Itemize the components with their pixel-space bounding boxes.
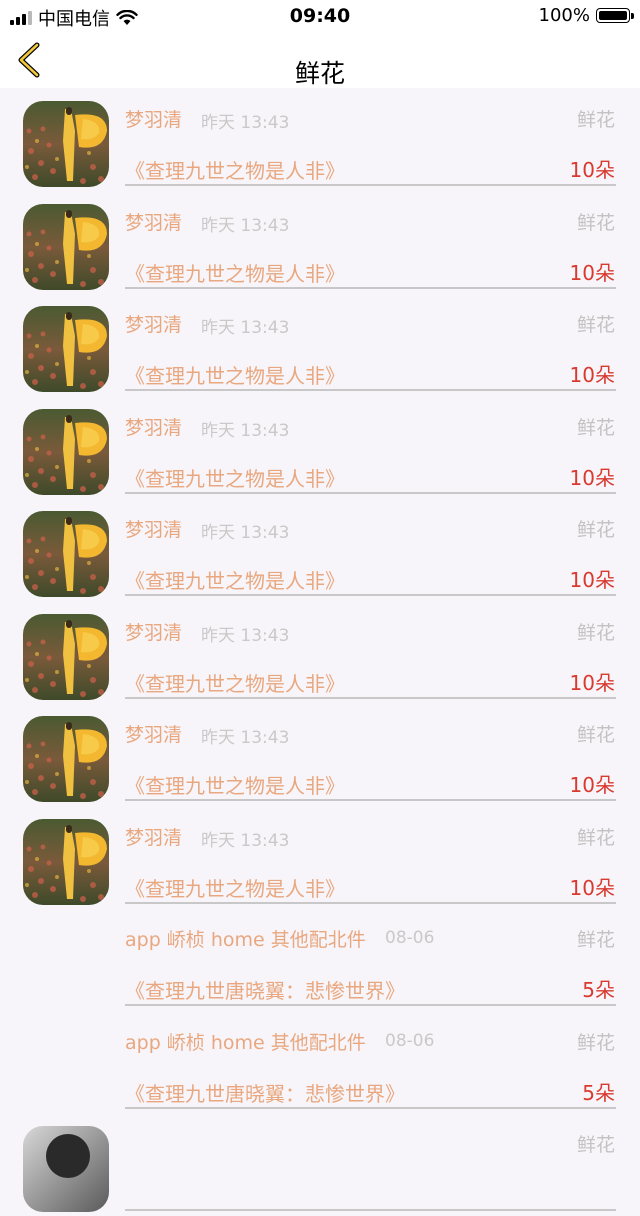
flower-amount: 10朵: [569, 260, 615, 285]
flower-record-row[interactable]: 梦羽清 昨天 13:43 鲜花《查理九世之物是人非》 10朵: [0, 293, 640, 396]
book-title[interactable]: 《查理九世之物是人非》: [125, 258, 345, 287]
gift-category: 鲜花: [576, 1134, 615, 1156]
sender-name: 梦羽清: [125, 314, 183, 336]
gift-category: 鲜花: [576, 211, 615, 234]
gift-category: 鲜花: [576, 109, 615, 131]
user-avatar[interactable]: [23, 306, 109, 392]
flower-record-row[interactable]: app 峤桢 home 其他配北件 08-06 鲜花《查理九世唐晓翼：悲惨世界》 5朵: [0, 1011, 640, 1114]
flower-record-row[interactable]: 梦羽清 昨天 13:43 鲜花《查理九世之物是人非》 10朵: [0, 806, 640, 909]
book-title[interactable]: 《查理九世之物是人非》: [125, 463, 345, 492]
book-title[interactable]: 《查理九世之物是人非》: [125, 770, 345, 799]
flower-record-row[interactable]: 梦羽清 昨天 13:43 鲜花《查理九世之物是人非》 10朵: [0, 191, 640, 294]
flower-record-row[interactable]: app 峤桢 home 其他配北件 08-06 鲜花《查理九世唐晓翼：悲惨世界》 5朵: [0, 908, 640, 1011]
row-divider: [125, 696, 616, 699]
record-time: 昨天 13:43: [201, 728, 290, 748]
record-time: 昨天 13:43: [201, 215, 290, 236]
user-avatar[interactable]: [23, 716, 109, 802]
sender-name: 梦羽清: [125, 826, 183, 849]
flower-amount: 10朵: [569, 568, 615, 592]
flower-amount: 5朵: [582, 978, 615, 1002]
sender-name: 梦羽清: [125, 416, 183, 439]
row-divider: [125, 1106, 616, 1109]
battery-percent: 100%: [538, 5, 590, 26]
record-time: 昨天 13:43: [201, 625, 290, 646]
gift-category: 鲜花: [576, 314, 615, 336]
book-title[interactable]: 《查理九世唐晓翼：悲惨世界》: [125, 1078, 405, 1107]
row-divider: [125, 901, 616, 904]
gift-category: 鲜花: [576, 621, 615, 644]
flower-amount: 10朵: [569, 363, 615, 387]
sender-name: 梦羽清: [125, 519, 183, 541]
row-divider: [125, 799, 616, 801]
record-time: 昨天 13:43: [201, 830, 290, 851]
sender-name: 梦羽清: [125, 211, 183, 234]
row-divider: [125, 286, 616, 289]
user-avatar[interactable]: [23, 818, 109, 905]
record-time: 08-06: [385, 928, 435, 948]
flower-record-row[interactable]: 梦羽清 昨天 13:43 鲜花《查理九世之物是人非》 10朵: [0, 396, 640, 499]
user-avatar[interactable]: [23, 613, 109, 700]
flower-amount: 10朵: [569, 670, 615, 695]
record-time: 昨天 13:43: [201, 420, 290, 441]
record-time: 昨天 13:43: [201, 113, 290, 133]
book-title[interactable]: 《查理九世唐晓翼：悲惨世界》: [125, 975, 405, 1004]
row-divider: [125, 1004, 616, 1006]
sender-name: 梦羽清: [125, 724, 183, 746]
flower-amount: 5朵: [582, 1080, 615, 1105]
gift-category: 鲜花: [576, 724, 615, 746]
row-divider: [125, 1209, 616, 1211]
book-title[interactable]: 《查理九世之物是人非》: [125, 360, 345, 389]
gift-category: 鲜花: [576, 929, 615, 951]
flower-record-row[interactable]: 鲜花: [0, 1113, 640, 1216]
record-time: 08-06: [385, 1030, 435, 1051]
status-right: 100%: [538, 5, 634, 26]
gift-category: 鲜花: [576, 826, 615, 849]
sender-name: app 峤桢 home 其他配北件: [125, 929, 366, 951]
flower-amount: 10朵: [569, 875, 615, 900]
flower-record-row[interactable]: 梦羽清 昨天 13:43 鲜花《查理九世之物是人非》 10朵: [0, 88, 640, 191]
user-avatar[interactable]: [23, 1126, 109, 1212]
user-avatar[interactable]: [23, 101, 109, 187]
record-time: 昨天 13:43: [201, 318, 290, 338]
user-avatar[interactable]: [23, 203, 109, 290]
gift-category: 鲜花: [576, 1031, 615, 1054]
flower-amount: 10朵: [569, 773, 615, 797]
sender-name: 梦羽清: [125, 621, 183, 644]
row-divider: [125, 491, 616, 494]
book-title[interactable]: 《查理九世之物是人非》: [125, 668, 345, 697]
record-time: 昨天 13:43: [201, 523, 290, 543]
sender-name: 梦羽清: [125, 109, 183, 131]
row-divider: [125, 184, 616, 186]
page-title: 鲜花: [294, 59, 345, 88]
flower-amount: 10朵: [569, 465, 615, 490]
flower-record-row[interactable]: 梦羽清 昨天 13:43 鲜花《查理九世之物是人非》 10朵: [0, 498, 640, 601]
user-avatar[interactable]: [23, 511, 109, 597]
book-title[interactable]: 《查理九世之物是人非》: [125, 155, 345, 184]
book-title[interactable]: 《查理九世之物是人非》: [125, 873, 345, 902]
book-title[interactable]: 《查理九世之物是人非》: [125, 565, 345, 594]
flower-list: 梦羽清 昨天 13:43 鲜花 《查理九世之物是人非》 10朵 梦羽清 昨天 13:43 鲜花…: [0, 88, 640, 1216]
battery-icon: [596, 8, 634, 23]
sender-name: app 峤桢 home 其他配北件: [125, 1031, 366, 1054]
flower-record-row[interactable]: 梦羽清 昨天 13:43 鲜花《查理九世之物是人非》 10朵: [0, 601, 640, 704]
flower-record-row[interactable]: 梦羽清 昨天 13:43 鲜花《查理九世之物是人非》 10朵: [0, 703, 640, 806]
gift-category: 鲜花: [576, 416, 615, 439]
row-divider: [125, 389, 616, 391]
nav-bar: 鲜花: [0, 32, 640, 88]
user-avatar[interactable]: [23, 408, 109, 495]
status-bar: 中国电信 09:40 100%: [0, 0, 640, 32]
flower-amount: 10朵: [569, 158, 615, 182]
gift-category: 鲜花: [576, 519, 615, 541]
row-divider: [125, 594, 616, 596]
